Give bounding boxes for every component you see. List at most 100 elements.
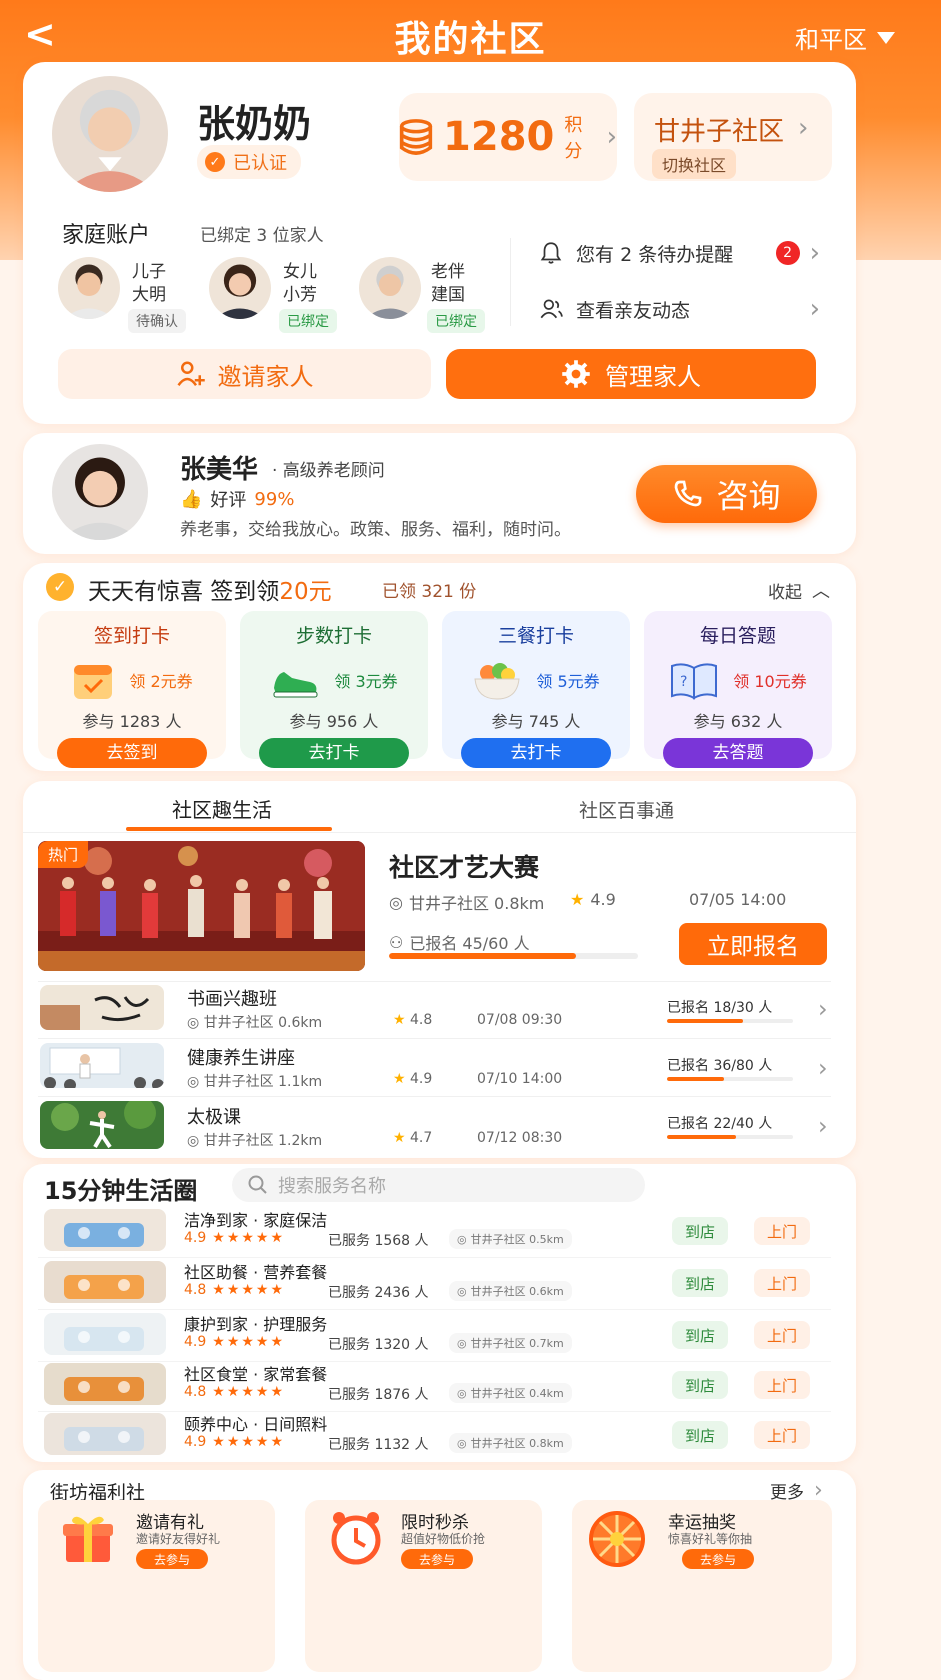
divider	[23, 832, 856, 833]
people-icon	[540, 299, 563, 319]
service-name: 康护到家 · 护理服务	[184, 1315, 328, 1334]
friends-feed-row[interactable]: 查看亲友动态 ›	[538, 294, 820, 324]
in-store-button[interactable]: 到店	[672, 1371, 728, 1399]
activity-time: 07/10 14:00	[477, 1071, 563, 1087]
activity-enrolled: 已报名 22/40 人	[667, 1116, 773, 1132]
welfare-item-invite[interactable]: 邀请有礼 邀请好友得好礼 去参与	[38, 1500, 275, 1672]
member-avatar[interactable]	[359, 257, 421, 319]
switch-community-button[interactable]: 切换社区	[652, 149, 737, 179]
service-search-input[interactable]: 搜索服务名称	[232, 1168, 645, 1202]
task-title: 每日答题	[699, 625, 776, 647]
home-service-button[interactable]: 上门	[754, 1217, 810, 1245]
location-pin-icon: ◎	[389, 892, 403, 912]
thumbs-up-icon: 👍	[180, 488, 203, 510]
welfare-item-button[interactable]: 去参与	[401, 1549, 473, 1569]
points-box[interactable]: 1280 积分 ›	[399, 93, 617, 181]
featured-title: 社区才艺大赛	[389, 853, 540, 882]
task-button[interactable]: 去打卡	[461, 738, 611, 768]
chevron-right-icon: ›	[809, 238, 820, 268]
home-service-button[interactable]: 上门	[754, 1321, 810, 1349]
advisor-avatar[interactable]	[52, 444, 148, 540]
progress-fill	[389, 953, 576, 959]
divider	[38, 981, 831, 982]
in-store-button[interactable]: 到店	[672, 1421, 728, 1449]
service-served: 已服务 1320 人	[328, 1337, 429, 1353]
featured-enrolled: ⚇ 已报名 45/60 人	[389, 932, 530, 954]
service-location: ◎ 甘井子社区 0.4km	[449, 1383, 572, 1403]
family-bound-count: 已绑定 3 位家人	[200, 226, 324, 246]
tab-underline	[126, 827, 332, 831]
task-card-quiz[interactable]: 每日答题 ? 领 10元券 参与 632 人 去答题	[644, 611, 832, 768]
in-store-button[interactable]: 到店	[672, 1269, 728, 1297]
chevron-right-icon[interactable]: ›	[818, 1054, 828, 1082]
gift-icon	[63, 1516, 113, 1562]
task-button[interactable]: 去签到	[57, 738, 207, 768]
collapse-button[interactable]: 收起 ︿	[768, 577, 830, 603]
member-avatar[interactable]	[58, 257, 120, 319]
location-pin-icon: ◎	[457, 1386, 467, 1400]
invite-family-button[interactable]: 邀请家人	[58, 349, 431, 399]
service-rating: 4.8 ★★★★★	[184, 1384, 286, 1400]
verified-badge: ✓ 已认证	[197, 145, 301, 179]
manage-family-label: 管理家人	[605, 362, 701, 391]
community-box[interactable]: 甘井子社区 › 切换社区	[634, 93, 832, 181]
chevron-right-icon: ›	[798, 113, 809, 143]
activity-thumbnail[interactable]	[40, 985, 164, 1030]
reminders-row[interactable]: 您有 2 条待办提醒 2 ›	[538, 238, 820, 268]
activity-rating: ★ 4.9	[393, 1071, 433, 1087]
tab-community-life[interactable]: 社区趣生活	[172, 794, 272, 823]
task-title: 步数打卡	[295, 625, 372, 647]
service-name: 洁净到家 · 家庭保洁	[184, 1211, 328, 1230]
service-rating: 4.9 ★★★★★	[184, 1334, 286, 1350]
divider	[510, 238, 511, 326]
activity-title: 书画兴趣班	[187, 989, 277, 1010]
member-status: 待确认	[128, 309, 186, 333]
home-service-button[interactable]: 上门	[754, 1421, 810, 1449]
member-name: 建国	[431, 285, 465, 305]
location-pin-icon: ◎	[457, 1284, 467, 1298]
in-store-button[interactable]: 到店	[672, 1321, 728, 1349]
svg-text:?: ?	[680, 674, 687, 690]
service-thumbnail[interactable]	[44, 1413, 166, 1455]
welfare-item-button[interactable]: 去参与	[136, 1549, 208, 1569]
service-thumbnail[interactable]	[44, 1261, 166, 1303]
task-button[interactable]: 去打卡	[259, 738, 409, 768]
phone-icon	[675, 480, 702, 507]
task-coupon: 领 5元券	[536, 672, 600, 691]
welfare-item-flash-sale[interactable]: 限时秒杀 超值好物低价抢 去参与	[305, 1500, 542, 1672]
area-label: 和平区	[795, 26, 867, 54]
task-button[interactable]: 去答题	[663, 738, 813, 768]
manage-family-button[interactable]: 管理家人	[446, 349, 816, 399]
member-avatar[interactable]	[209, 257, 271, 319]
bell-icon	[540, 242, 562, 264]
service-thumbnail[interactable]	[44, 1313, 166, 1355]
home-service-button[interactable]: 上门	[754, 1269, 810, 1297]
people-icon: ⚇	[389, 932, 404, 952]
register-button[interactable]: 立即报名	[679, 923, 827, 965]
area-selector[interactable]: 和平区	[795, 20, 895, 55]
user-avatar[interactable]	[49, 73, 171, 195]
activity-thumbnail[interactable]	[40, 1101, 164, 1149]
book-icon: ?	[671, 663, 718, 700]
in-store-button[interactable]: 到店	[672, 1217, 728, 1245]
welfare-item-lottery[interactable]: 幸运抽奖 惊喜好礼等你抽 去参与	[572, 1500, 832, 1672]
activity-rating: ★ 4.7	[393, 1130, 433, 1146]
service-thumbnail[interactable]	[44, 1209, 166, 1251]
check-circle-icon: ✓	[46, 573, 74, 601]
home-service-button[interactable]: 上门	[754, 1371, 810, 1399]
service-thumbnail[interactable]	[44, 1363, 166, 1405]
advisor-description: 养老事，交给我放心。政策、服务、福利，随时问。	[180, 520, 571, 540]
chevron-right-icon[interactable]: ›	[818, 995, 828, 1023]
activity-thumbnail[interactable]	[40, 1043, 164, 1088]
featured-location: ◎ 甘井子社区 0.8km	[389, 892, 545, 914]
task-card-meals[interactable]: 三餐打卡 领 5元券 参与 745 人 去打卡	[442, 611, 630, 768]
consult-button[interactable]: 咨询	[636, 465, 817, 523]
divider	[38, 1361, 831, 1362]
invite-family-label: 邀请家人	[217, 362, 314, 391]
welfare-item-button[interactable]: 去参与	[682, 1549, 754, 1569]
task-card-checkin[interactable]: 签到打卡 领 2元券 参与 1283 人 去签到	[38, 611, 226, 768]
chevron-right-icon[interactable]: ›	[818, 1112, 828, 1140]
tab-community-services[interactable]: 社区百事通	[579, 796, 674, 823]
task-card-steps[interactable]: 步数打卡 领 3元券 参与 956 人 去打卡	[240, 611, 428, 768]
task-participants: 参与 745 人	[491, 712, 581, 731]
